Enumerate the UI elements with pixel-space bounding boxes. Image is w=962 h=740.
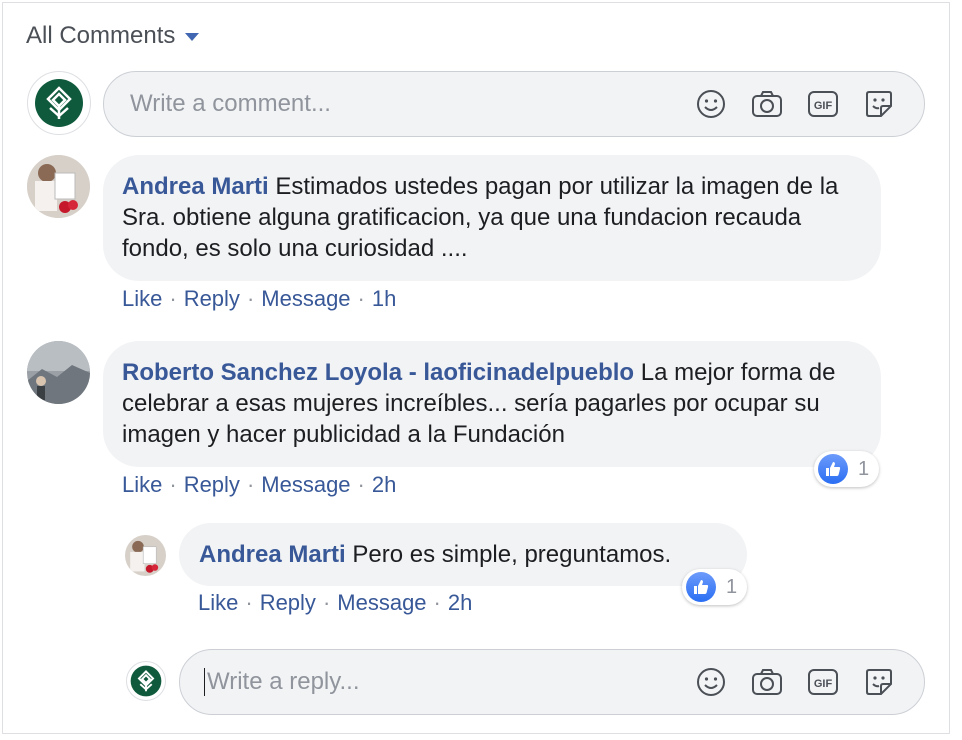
leaf-logo-icon	[130, 665, 162, 697]
svg-text:GIF: GIF	[814, 678, 833, 690]
comment-input[interactable]: Write a comment...	[130, 90, 694, 118]
avatar-andrea-marti-reply[interactable]	[125, 535, 166, 576]
gif-icon[interactable]: GIF	[806, 87, 840, 121]
thumbs-up-icon	[818, 454, 848, 484]
reply-bubble: Andrea Marti Pero es simple, preguntamos…	[179, 523, 747, 586]
comment-composer[interactable]: Write a comment... GIF	[103, 71, 925, 137]
like-link[interactable]: Like	[198, 590, 238, 616]
like-link[interactable]: Like	[122, 472, 162, 498]
text-cursor	[204, 668, 205, 697]
reply-placeholder: Write a reply...	[207, 667, 360, 695]
caret-down-icon	[185, 33, 200, 41]
comment-actions: Like · Reply · Message · 1h	[122, 286, 397, 312]
thumbs-up-icon	[686, 572, 716, 602]
reply-link[interactable]: Reply	[184, 286, 240, 312]
comment-actions: Like · Reply · Message · 2h	[122, 472, 397, 498]
sticker-icon[interactable]	[862, 665, 896, 699]
page-avatar-small[interactable]	[126, 661, 166, 701]
comment-author[interactable]: Roberto Sanchez Loyola - laoficinadelpue…	[122, 359, 634, 386]
message-link[interactable]: Message	[337, 590, 426, 616]
page-avatar[interactable]	[27, 71, 91, 135]
emoji-icon[interactable]	[694, 87, 728, 121]
sort-label: All Comments	[26, 22, 176, 49]
reply-input[interactable]: Write a reply...	[204, 668, 694, 697]
reply-text: Pero es simple, preguntamos.	[352, 541, 672, 568]
svg-text:GIF: GIF	[814, 100, 833, 112]
message-link[interactable]: Message	[261, 286, 350, 312]
comment-author[interactable]: Andrea Marti	[122, 173, 269, 200]
gif-icon[interactable]: GIF	[806, 665, 840, 699]
reaction-count: 1	[858, 457, 870, 480]
reaction-summary[interactable]: 1	[814, 451, 880, 487]
emoji-icon[interactable]	[694, 665, 728, 699]
sticker-icon[interactable]	[862, 87, 896, 121]
camera-icon[interactable]	[750, 87, 784, 121]
avatar-roberto-sanchez[interactable]	[27, 341, 90, 404]
reaction-count: 1	[726, 575, 738, 598]
reply-link[interactable]: Reply	[184, 472, 240, 498]
message-link[interactable]: Message	[261, 472, 350, 498]
reply-actions: Like · Reply · Message · 2h	[198, 590, 473, 616]
like-link[interactable]: Like	[122, 286, 162, 312]
timestamp[interactable]: 1h	[372, 286, 396, 312]
reply-author[interactable]: Andrea Marti	[199, 541, 346, 568]
sort-dropdown[interactable]: All Comments	[26, 22, 200, 50]
timestamp[interactable]: 2h	[448, 590, 472, 616]
comment-bubble: Roberto Sanchez Loyola - laoficinadelpue…	[103, 341, 881, 467]
timestamp[interactable]: 2h	[372, 472, 396, 498]
leaf-logo-icon	[35, 79, 83, 127]
comment-bubble: Andrea Marti Estimados ustedes pagan por…	[103, 155, 881, 281]
reaction-summary[interactable]: 1	[682, 569, 748, 605]
reply-link[interactable]: Reply	[260, 590, 316, 616]
reply-composer[interactable]: Write a reply... GIF	[179, 649, 925, 715]
camera-icon[interactable]	[750, 665, 784, 699]
avatar-andrea-marti[interactable]	[27, 155, 90, 218]
